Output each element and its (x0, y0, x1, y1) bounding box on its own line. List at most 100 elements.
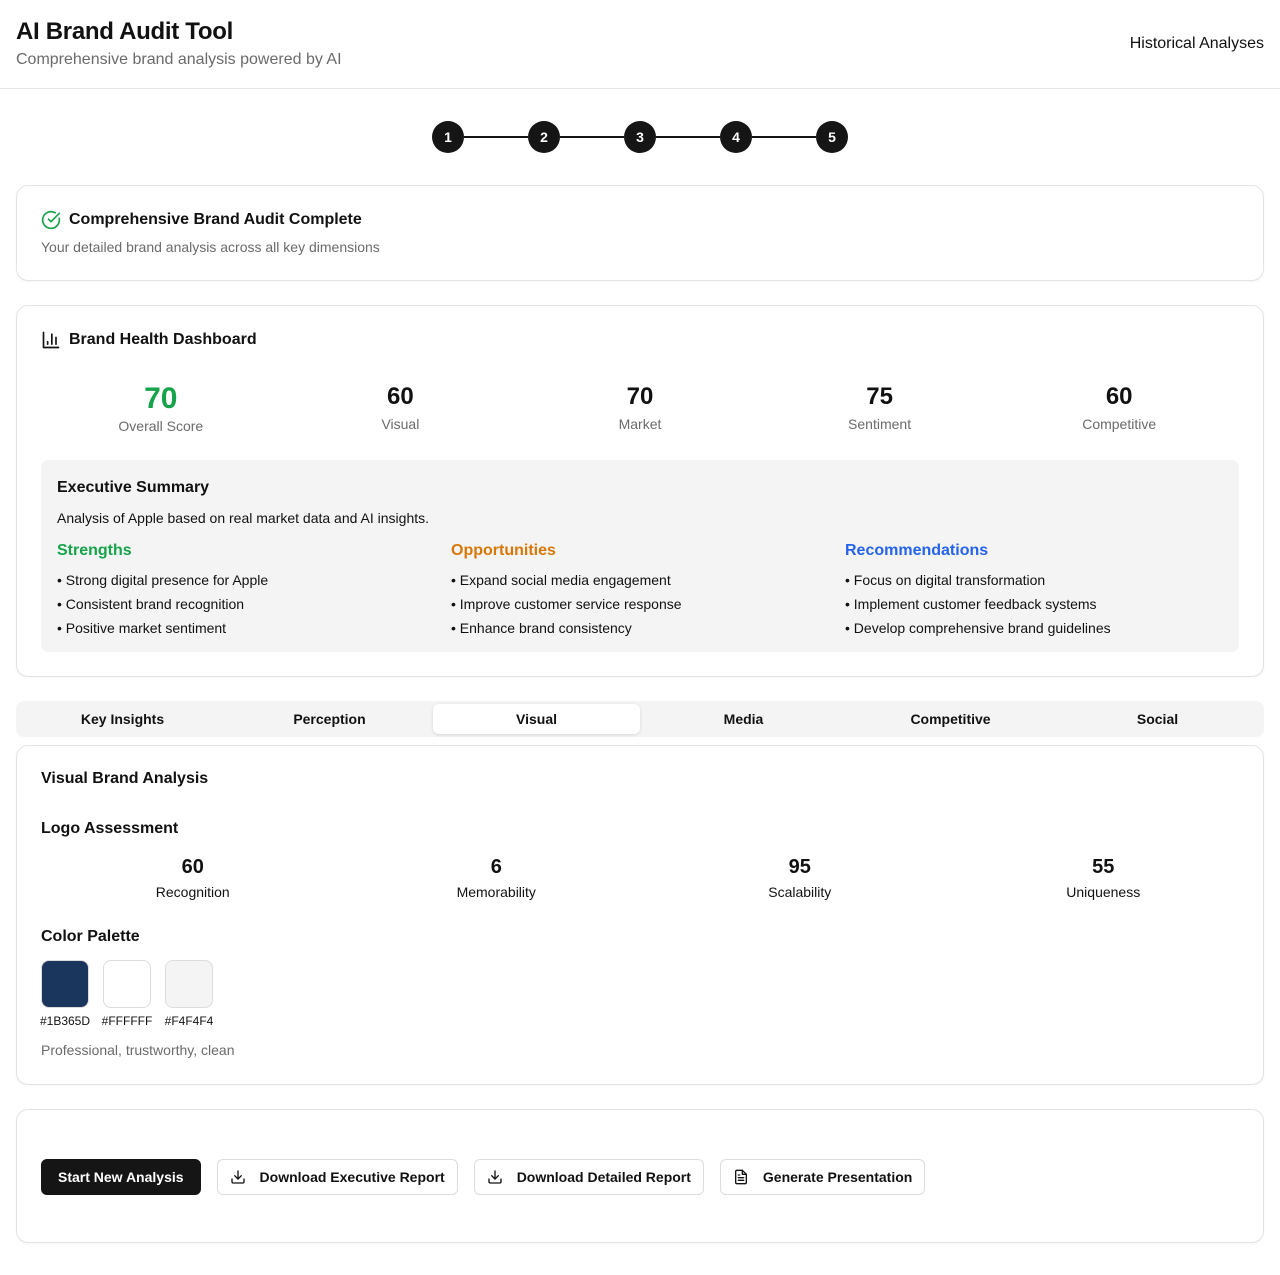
metric-label: Overall Score (118, 418, 204, 434)
step-5: 5 (816, 121, 848, 153)
start-new-analysis-button[interactable]: Start New Analysis (41, 1159, 201, 1195)
action-buttons: Start New Analysis Download Executive Re… (41, 1159, 926, 1195)
logo-metric-value: 60 (181, 856, 204, 878)
list-item: • Positive market sentiment (57, 620, 227, 636)
executive-summary-text: Analysis of Apple based on real market d… (57, 510, 430, 526)
download-detailed-report-button[interactable]: Download Detailed Report (473, 1159, 704, 1195)
color-swatches: #1B365D #FFFFFF #F4F4F4 (40, 960, 213, 1028)
executive-summary: Executive Summary Analysis of Apple base… (41, 460, 1239, 652)
color-swatch-item: #1B365D (40, 960, 90, 1028)
color-swatch-item: #F4F4F4 (165, 960, 213, 1028)
tab-visual[interactable]: Visual (433, 704, 640, 734)
step-connector (656, 136, 720, 138)
strengths-column: Strengths • Strong digital presence for … (57, 542, 451, 640)
list-item: • Strong digital presence for Apple (57, 572, 269, 588)
progress-stepper: 1 2 3 4 5 (432, 121, 848, 153)
logo-metric-recognition: 60 Recognition (41, 854, 345, 900)
color-swatch-label: #F4F4F4 (164, 1014, 214, 1028)
metric-value: 70 (144, 382, 178, 415)
logo-metric-label: Uniqueness (1066, 884, 1141, 900)
metric-competitive: 60 Competitive (999, 380, 1239, 434)
analysis-tabs: Key Insights Perception Visual Media Com… (16, 701, 1264, 737)
opportunities-heading: Opportunities (451, 542, 556, 559)
step-1: 1 (432, 121, 464, 153)
check-circle-icon (41, 210, 61, 230)
color-palette-description: Professional, trustworthy, clean (41, 1042, 235, 1058)
logo-metric-label: Memorability (456, 884, 536, 900)
metric-value: 75 (866, 383, 893, 410)
start-new-analysis-label: Start New Analysis (58, 1169, 184, 1185)
strengths-heading: Strengths (57, 542, 132, 559)
list-item: • Consistent brand recognition (57, 596, 245, 612)
app-subtitle: Comprehensive brand analysis powered by … (16, 51, 342, 68)
tab-key-insights[interactable]: Key Insights (19, 704, 226, 734)
audit-complete-card: Comprehensive Brand Audit Complete Your … (16, 185, 1264, 281)
list-item: • Enhance brand consistency (451, 620, 632, 636)
metric-sentiment: 75 Sentiment (760, 380, 1000, 434)
bar-chart-icon (42, 331, 60, 349)
generate-presentation-button[interactable]: Generate Presentation (719, 1159, 926, 1195)
download-executive-report-label: Download Executive Report (259, 1169, 445, 1185)
logo-metric-label: Scalability (768, 884, 832, 900)
step-connector (560, 136, 624, 138)
metric-visual: 60 Visual (281, 380, 521, 434)
dashboard-title: Brand Health Dashboard (69, 331, 257, 348)
list-item: • Expand social media engagement (451, 572, 671, 588)
visual-analysis-title: Visual Brand Analysis (41, 770, 209, 787)
recommendations-heading: Recommendations (845, 542, 989, 559)
color-swatch (103, 960, 151, 1008)
recommendations-column: Recommendations • Focus on digital trans… (845, 542, 1239, 640)
color-swatch (41, 960, 89, 1008)
visual-brand-analysis-card: Visual Brand Analysis Logo Assessment 60… (16, 745, 1264, 1085)
metric-market: 70 Market (520, 380, 760, 434)
audit-complete-heading: Comprehensive Brand Audit Complete (41, 210, 362, 230)
brand-health-dashboard: Brand Health Dashboard 70 Overall Score … (16, 305, 1264, 677)
color-swatch-item: #FFFFFF (101, 960, 153, 1028)
generate-presentation-label: Generate Presentation (762, 1169, 913, 1185)
metric-label: Sentiment (848, 416, 912, 432)
metric-label: Visual (381, 416, 420, 432)
logo-assessment-title: Logo Assessment (41, 820, 179, 837)
opportunities-column: Opportunities • Expand social media enga… (451, 542, 845, 640)
step-2: 2 (528, 121, 560, 153)
list-item: • Implement customer feedback systems (845, 596, 1097, 612)
metric-label: Competitive (1082, 416, 1157, 432)
audit-complete-title: Comprehensive Brand Audit Complete (69, 211, 362, 228)
list-item: • Improve customer service response (451, 596, 682, 612)
metric-label: Market (618, 416, 662, 432)
tab-perception[interactable]: Perception (226, 704, 433, 734)
step-3: 3 (624, 121, 656, 153)
download-detailed-report-label: Download Detailed Report (516, 1169, 691, 1185)
summary-columns: Strengths • Strong digital presence for … (57, 542, 1239, 640)
list-item: • Focus on digital transformation (845, 572, 1046, 588)
score-metrics: 70 Overall Score 60 Visual 70 Market 75 … (41, 380, 1239, 434)
color-swatch-label: #FFFFFF (101, 1014, 153, 1028)
list-item: • Develop comprehensive brand guidelines (845, 620, 1111, 636)
logo-metric-value: 95 (788, 856, 811, 878)
metric-value: 70 (626, 383, 654, 410)
actions-card: Start New Analysis Download Executive Re… (16, 1109, 1264, 1243)
app-header: AI Brand Audit Tool Comprehensive brand … (0, 0, 1280, 89)
step-4: 4 (720, 121, 752, 153)
logo-metric-uniqueness: 55 Uniqueness (952, 854, 1256, 900)
logo-metric-value: 55 (1092, 856, 1115, 878)
download-icon (230, 1170, 245, 1184)
tab-media[interactable]: Media (640, 704, 847, 734)
audit-complete-subtitle: Your detailed brand analysis across all … (41, 239, 380, 255)
logo-metric-label: Recognition (155, 884, 230, 900)
metric-value: 60 (1105, 383, 1133, 410)
tab-competitive[interactable]: Competitive (847, 704, 1054, 734)
app-title: AI Brand Audit Tool (16, 18, 233, 45)
download-icon (488, 1170, 502, 1184)
logo-metric-value: 6 (490, 856, 502, 878)
tab-social[interactable]: Social (1054, 704, 1261, 734)
metric-value: 60 (387, 383, 414, 410)
historical-analyses-link[interactable]: Historical Analyses (1130, 35, 1264, 53)
executive-summary-title: Executive Summary (57, 479, 210, 496)
step-connector (464, 136, 528, 138)
metric-overall-score: 70 Overall Score (41, 380, 281, 434)
logo-metrics: 60 Recognition 6 Memorability 95 Scalabi… (41, 854, 1255, 900)
dashboard-heading: Brand Health Dashboard (41, 330, 257, 350)
download-executive-report-button[interactable]: Download Executive Report (216, 1159, 458, 1195)
color-palette-title: Color Palette (41, 928, 140, 945)
